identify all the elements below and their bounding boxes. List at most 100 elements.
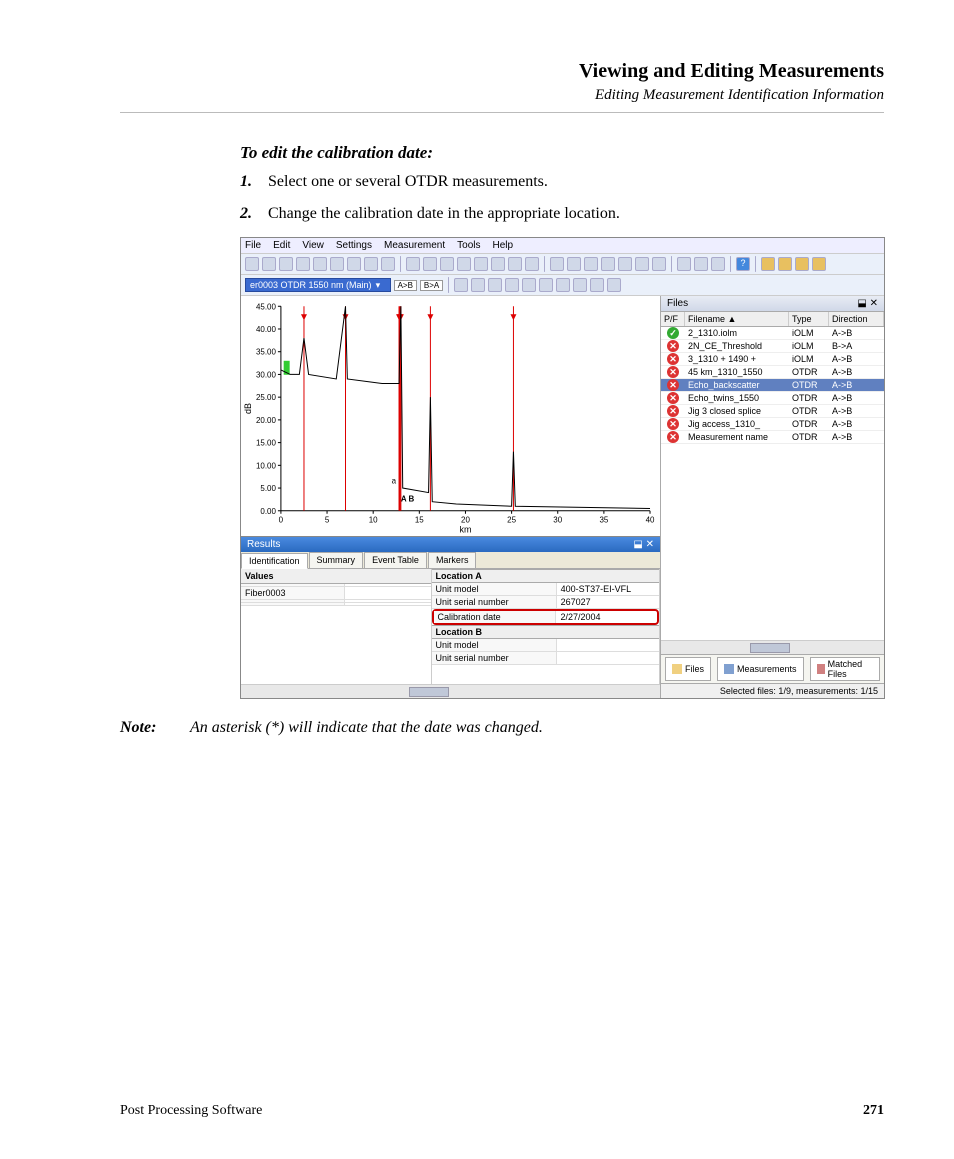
toolbar-icon[interactable]: [245, 257, 259, 271]
file-row[interactable]: ✕Echo_backscatterOTDRA->B: [661, 379, 884, 392]
settings-icon[interactable]: [607, 278, 621, 292]
file-row[interactable]: ✕Jig access_1310_OTDRA->B: [661, 418, 884, 431]
marker-icon[interactable]: [573, 278, 587, 292]
calibration-date-value[interactable]: 2/27/2004: [556, 611, 657, 623]
save-icon[interactable]: [618, 257, 632, 271]
file-direction: A->B: [829, 353, 884, 365]
lock-icon[interactable]: [761, 257, 775, 271]
location-b-header: Location B: [432, 625, 659, 639]
marker-icon[interactable]: [488, 278, 502, 292]
menu-settings[interactable]: Settings: [336, 240, 372, 251]
file-direction: A->B: [829, 392, 884, 404]
file-name: Jig access_1310_: [685, 418, 789, 430]
column-type[interactable]: Type: [789, 312, 829, 326]
lock-icon[interactable]: [778, 257, 792, 271]
file-row[interactable]: ✕3_1310 + 1490 +iOLMA->B: [661, 353, 884, 366]
toolbar-icon[interactable]: [279, 257, 293, 271]
toolbar-icon[interactable]: [313, 257, 327, 271]
pin-close-icon[interactable]: ⬓ ✕: [857, 298, 878, 309]
save-icon[interactable]: [601, 257, 615, 271]
unit-serial-b-value[interactable]: [557, 652, 659, 664]
marker-icon[interactable]: [556, 278, 570, 292]
zoom-icon[interactable]: [406, 257, 420, 271]
marker-icon[interactable]: [454, 278, 468, 292]
print-icon[interactable]: [635, 257, 649, 271]
ba-button[interactable]: B>A: [420, 280, 443, 291]
file-row[interactable]: ✕Measurement nameOTDRA->B: [661, 431, 884, 444]
otdr-chart[interactable]: 0.005.0010.0015.0020.0025.0030.0035.0040…: [241, 296, 660, 536]
value-cell[interactable]: Fiber0003: [241, 587, 345, 599]
unit-model-value[interactable]: 400-ST37-EI-VFL: [557, 583, 659, 595]
unit-model-b-value[interactable]: [557, 639, 659, 651]
ab-button[interactable]: A>B: [394, 280, 417, 291]
btab-matched[interactable]: Matched Files: [810, 657, 880, 681]
toolbar-icon[interactable]: [381, 257, 395, 271]
cut-icon[interactable]: [677, 257, 691, 271]
chart-icon[interactable]: [590, 278, 604, 292]
tab-summary[interactable]: Summary: [309, 552, 364, 568]
unit-serial-value[interactable]: 267027: [557, 596, 659, 608]
print-icon[interactable]: [652, 257, 666, 271]
fail-icon: ✕: [667, 340, 679, 352]
horizontal-scrollbar[interactable]: [661, 640, 884, 654]
file-name: Echo_backscatter: [685, 379, 789, 391]
toolbar-icon[interactable]: [525, 257, 539, 271]
menu-file[interactable]: File: [245, 240, 261, 251]
files-bottom-tabs: Files Measurements Matched Files: [661, 654, 884, 683]
zoom-icon[interactable]: [474, 257, 488, 271]
menu-view[interactable]: View: [302, 240, 324, 251]
trace-selector[interactable]: er0003 OTDR 1550 nm (Main) ▾: [245, 278, 391, 292]
marker-icon[interactable]: [471, 278, 485, 292]
toolbar-icon[interactable]: [364, 257, 378, 271]
open-icon[interactable]: [550, 257, 564, 271]
measurements-icon: [724, 664, 734, 674]
tab-event-table[interactable]: Event Table: [364, 552, 427, 568]
results-header: Results ⬓ ✕: [241, 536, 660, 552]
toolbar-icon[interactable]: [262, 257, 276, 271]
menu-measurement[interactable]: Measurement: [384, 240, 445, 251]
file-row[interactable]: ✕Jig 3 closed spliceOTDRA->B: [661, 405, 884, 418]
btab-measurements[interactable]: Measurements: [717, 657, 804, 681]
horizontal-scrollbar[interactable]: [241, 684, 660, 698]
column-pf[interactable]: P/F: [661, 312, 685, 326]
copy-icon[interactable]: [694, 257, 708, 271]
svg-text:10: 10: [369, 516, 378, 525]
menu-edit[interactable]: Edit: [273, 240, 290, 251]
column-filename[interactable]: Filename ▲: [685, 312, 789, 326]
svg-text:0.00: 0.00: [260, 507, 276, 516]
tab-markers[interactable]: Markers: [428, 552, 477, 568]
menu-help[interactable]: Help: [493, 240, 514, 251]
folder-icon[interactable]: [567, 257, 581, 271]
file-row[interactable]: ✕2N_CE_ThresholdiOLMB->A: [661, 340, 884, 353]
toolbar-icon[interactable]: [347, 257, 361, 271]
paste-icon[interactable]: [711, 257, 725, 271]
toolbar-icon[interactable]: [508, 257, 522, 271]
file-row[interactable]: ✕Echo_twins_1550OTDRA->B: [661, 392, 884, 405]
file-row[interactable]: ✕45 km_1310_1550OTDRA->B: [661, 366, 884, 379]
folder-icon[interactable]: [584, 257, 598, 271]
zoom-icon[interactable]: [491, 257, 505, 271]
statusbar: Selected files: 1/9, measurements: 1/15: [661, 683, 884, 698]
column-direction[interactable]: Direction: [829, 312, 884, 326]
lock-icon[interactable]: [812, 257, 826, 271]
unit-serial-label: Unit serial number: [432, 596, 557, 608]
toolbar-icon[interactable]: [330, 257, 344, 271]
zoom-icon[interactable]: [423, 257, 437, 271]
files-columns: P/F Filename ▲ Type Direction: [661, 312, 884, 327]
files-title: Files: [667, 298, 688, 309]
marker-icon[interactable]: [522, 278, 536, 292]
marker-icon[interactable]: [505, 278, 519, 292]
file-row[interactable]: ✓2_1310.iolmiOLMA->B: [661, 327, 884, 340]
help-icon[interactable]: ?: [736, 257, 750, 271]
pin-close-icon[interactable]: ⬓ ✕: [633, 539, 654, 550]
marker-icon[interactable]: [539, 278, 553, 292]
toolbar-icon[interactable]: [296, 257, 310, 271]
svg-text:15: 15: [415, 516, 424, 525]
tab-identification[interactable]: Identification: [241, 553, 308, 569]
btab-files[interactable]: Files: [665, 657, 711, 681]
zoom-icon[interactable]: [457, 257, 471, 271]
lock-icon[interactable]: [795, 257, 809, 271]
step-text: Select one or several OTDR measurements.: [268, 173, 548, 191]
menu-tools[interactable]: Tools: [457, 240, 480, 251]
zoom-icon[interactable]: [440, 257, 454, 271]
